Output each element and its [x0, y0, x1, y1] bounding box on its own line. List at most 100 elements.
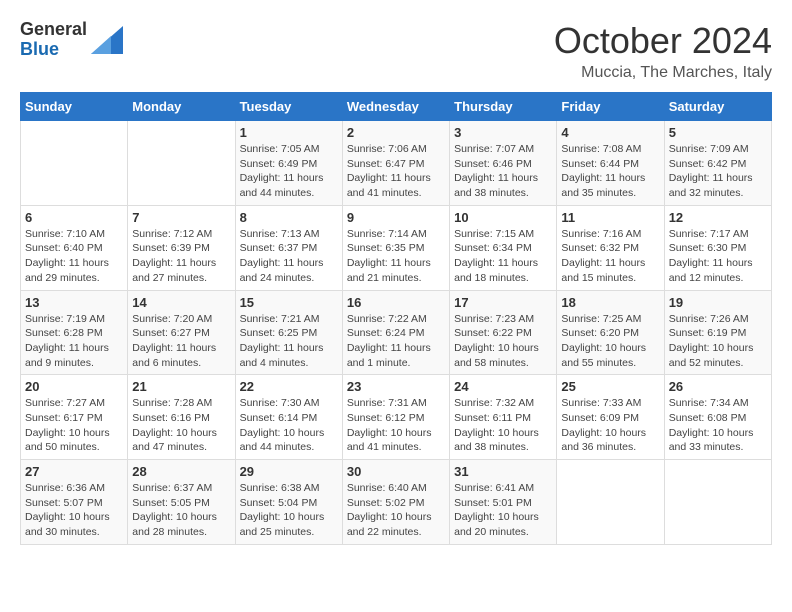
- day-detail: Sunrise: 6:41 AMSunset: 5:01 PMDaylight:…: [454, 481, 552, 540]
- day-detail: Sunrise: 7:27 AMSunset: 6:17 PMDaylight:…: [25, 396, 123, 455]
- day-detail: Sunrise: 7:33 AMSunset: 6:09 PMDaylight:…: [561, 396, 659, 455]
- day-cell: 1 Sunrise: 7:05 AMSunset: 6:49 PMDaylight…: [235, 121, 342, 206]
- header-cell-wednesday: Wednesday: [342, 93, 449, 121]
- day-number: 3: [454, 125, 552, 140]
- header-row: SundayMondayTuesdayWednesdayThursdayFrid…: [21, 93, 772, 121]
- header-cell-monday: Monday: [128, 93, 235, 121]
- day-cell: 22 Sunrise: 7:30 AMSunset: 6:14 PMDayligh…: [235, 375, 342, 460]
- day-number: 24: [454, 379, 552, 394]
- day-cell: 2Sunrise: 7:06 AMSunset: 6:47 PMDaylight…: [342, 121, 449, 206]
- day-number: 27: [25, 464, 123, 479]
- day-detail: Sunrise: 7:31 AMSunset: 6:12 PMDaylight:…: [347, 396, 445, 455]
- day-cell: 25Sunrise: 7:33 AMSunset: 6:09 PMDayligh…: [557, 375, 664, 460]
- day-cell: 26Sunrise: 7:34 AMSunset: 6:08 PMDayligh…: [664, 375, 771, 460]
- day-number: 6: [25, 210, 123, 225]
- day-detail: Sunrise: 7:16 AMSunset: 6:32 PMDaylight:…: [561, 227, 659, 286]
- week-row-1: 1 Sunrise: 7:05 AMSunset: 6:49 PMDaylight…: [21, 121, 772, 206]
- day-detail: Sunrise: 7:07 AMSunset: 6:46 PMDaylight:…: [454, 142, 552, 201]
- day-cell: 17 Sunrise: 7:23 AMSunset: 6:22 PMDayligh…: [450, 290, 557, 375]
- day-number: 13: [25, 295, 123, 310]
- day-detail: Sunrise: 6:36 AMSunset: 5:07 PMDaylight:…: [25, 481, 123, 540]
- header-cell-friday: Friday: [557, 93, 664, 121]
- day-number: 11: [561, 210, 659, 225]
- day-detail: Sunrise: 7:06 AMSunset: 6:47 PMDaylight:…: [347, 142, 445, 201]
- week-row-4: 20 Sunrise: 7:27 AMSunset: 6:17 PMDayligh…: [21, 375, 772, 460]
- day-cell: 18 Sunrise: 7:25 AMSunset: 6:20 PMDayligh…: [557, 290, 664, 375]
- day-cell: 5 Sunrise: 7:09 AMSunset: 6:42 PMDaylight…: [664, 121, 771, 206]
- day-cell: 3 Sunrise: 7:07 AMSunset: 6:46 PMDaylight…: [450, 121, 557, 206]
- title-block: October 2024 Muccia, The Marches, Italy: [554, 20, 772, 82]
- day-cell: 28Sunrise: 6:37 AMSunset: 5:05 PMDayligh…: [128, 460, 235, 545]
- day-detail: Sunrise: 7:20 AMSunset: 6:27 PMDaylight:…: [132, 312, 230, 371]
- day-cell: 31Sunrise: 6:41 AMSunset: 5:01 PMDayligh…: [450, 460, 557, 545]
- location: Muccia, The Marches, Italy: [554, 64, 772, 82]
- logo: General Blue: [20, 20, 123, 60]
- day-cell: 6Sunrise: 7:10 AMSunset: 6:40 PMDaylight…: [21, 205, 128, 290]
- day-detail: Sunrise: 7:25 AMSunset: 6:20 PMDaylight:…: [561, 312, 659, 371]
- day-cell: 7Sunrise: 7:12 AMSunset: 6:39 PMDaylight…: [128, 205, 235, 290]
- day-detail: Sunrise: 7:09 AMSunset: 6:42 PMDaylight:…: [669, 142, 767, 201]
- day-detail: Sunrise: 7:14 AMSunset: 6:35 PMDaylight:…: [347, 227, 445, 286]
- day-number: 21: [132, 379, 230, 394]
- day-detail: Sunrise: 7:05 AMSunset: 6:49 PMDaylight:…: [240, 142, 338, 201]
- day-detail: Sunrise: 7:19 AMSunset: 6:28 PMDaylight:…: [25, 312, 123, 371]
- day-number: 4: [561, 125, 659, 140]
- day-number: 18: [561, 295, 659, 310]
- day-number: 14: [132, 295, 230, 310]
- day-number: 19: [669, 295, 767, 310]
- logo-blue: Blue: [20, 40, 87, 60]
- day-number: 5: [669, 125, 767, 140]
- day-number: 26: [669, 379, 767, 394]
- day-cell: 20 Sunrise: 7:27 AMSunset: 6:17 PMDayligh…: [21, 375, 128, 460]
- day-cell: 24 Sunrise: 7:32 AMSunset: 6:11 PMDayligh…: [450, 375, 557, 460]
- day-cell: 9 Sunrise: 7:14 AMSunset: 6:35 PMDaylight…: [342, 205, 449, 290]
- day-cell: 19 Sunrise: 7:26 AMSunset: 6:19 PMDayligh…: [664, 290, 771, 375]
- day-number: 20: [25, 379, 123, 394]
- calendar-header: SundayMondayTuesdayWednesdayThursdayFrid…: [21, 93, 772, 121]
- day-cell: 11 Sunrise: 7:16 AMSunset: 6:32 PMDayligh…: [557, 205, 664, 290]
- day-cell: 8Sunrise: 7:13 AMSunset: 6:37 PMDaylight…: [235, 205, 342, 290]
- day-detail: Sunrise: 7:21 AMSunset: 6:25 PMDaylight:…: [240, 312, 338, 371]
- day-number: 30: [347, 464, 445, 479]
- day-detail: Sunrise: 7:32 AMSunset: 6:11 PMDaylight:…: [454, 396, 552, 455]
- day-cell: 15 Sunrise: 7:21 AMSunset: 6:25 PMDayligh…: [235, 290, 342, 375]
- day-cell: 12Sunrise: 7:17 AMSunset: 6:30 PMDayligh…: [664, 205, 771, 290]
- day-detail: Sunrise: 7:22 AMSunset: 6:24 PMDaylight:…: [347, 312, 445, 371]
- day-detail: Sunrise: 7:30 AMSunset: 6:14 PMDaylight:…: [240, 396, 338, 455]
- day-number: 22: [240, 379, 338, 394]
- day-cell: 30 Sunrise: 6:40 AMSunset: 5:02 PMDayligh…: [342, 460, 449, 545]
- day-number: 9: [347, 210, 445, 225]
- day-cell: 13 Sunrise: 7:19 AMSunset: 6:28 PMDayligh…: [21, 290, 128, 375]
- day-cell: [128, 121, 235, 206]
- week-row-5: 27 Sunrise: 6:36 AMSunset: 5:07 PMDayligh…: [21, 460, 772, 545]
- day-number: 12: [669, 210, 767, 225]
- day-detail: Sunrise: 7:26 AMSunset: 6:19 PMDaylight:…: [669, 312, 767, 371]
- header-cell-tuesday: Tuesday: [235, 93, 342, 121]
- day-number: 17: [454, 295, 552, 310]
- week-row-3: 13 Sunrise: 7:19 AMSunset: 6:28 PMDayligh…: [21, 290, 772, 375]
- day-number: 23: [347, 379, 445, 394]
- day-number: 29: [240, 464, 338, 479]
- day-cell: 16 Sunrise: 7:22 AMSunset: 6:24 PMDayligh…: [342, 290, 449, 375]
- day-detail: Sunrise: 6:37 AMSunset: 5:05 PMDaylight:…: [132, 481, 230, 540]
- day-number: 1: [240, 125, 338, 140]
- logo-general: General: [20, 20, 87, 40]
- day-number: 8: [240, 210, 338, 225]
- month-title: October 2024: [554, 20, 772, 62]
- day-cell: [21, 121, 128, 206]
- calendar-body: 1 Sunrise: 7:05 AMSunset: 6:49 PMDaylight…: [21, 121, 772, 545]
- day-number: 15: [240, 295, 338, 310]
- day-cell: 21 Sunrise: 7:28 AMSunset: 6:16 PMDayligh…: [128, 375, 235, 460]
- header-cell-thursday: Thursday: [450, 93, 557, 121]
- day-number: 7: [132, 210, 230, 225]
- week-row-2: 6Sunrise: 7:10 AMSunset: 6:40 PMDaylight…: [21, 205, 772, 290]
- day-number: 16: [347, 295, 445, 310]
- day-cell: [557, 460, 664, 545]
- day-number: 10: [454, 210, 552, 225]
- day-cell: 23 Sunrise: 7:31 AMSunset: 6:12 PMDayligh…: [342, 375, 449, 460]
- logo-icon: [91, 26, 123, 54]
- day-detail: Sunrise: 7:23 AMSunset: 6:22 PMDaylight:…: [454, 312, 552, 371]
- day-detail: Sunrise: 6:40 AMSunset: 5:02 PMDaylight:…: [347, 481, 445, 540]
- day-detail: Sunrise: 7:28 AMSunset: 6:16 PMDaylight:…: [132, 396, 230, 455]
- header-cell-sunday: Sunday: [21, 93, 128, 121]
